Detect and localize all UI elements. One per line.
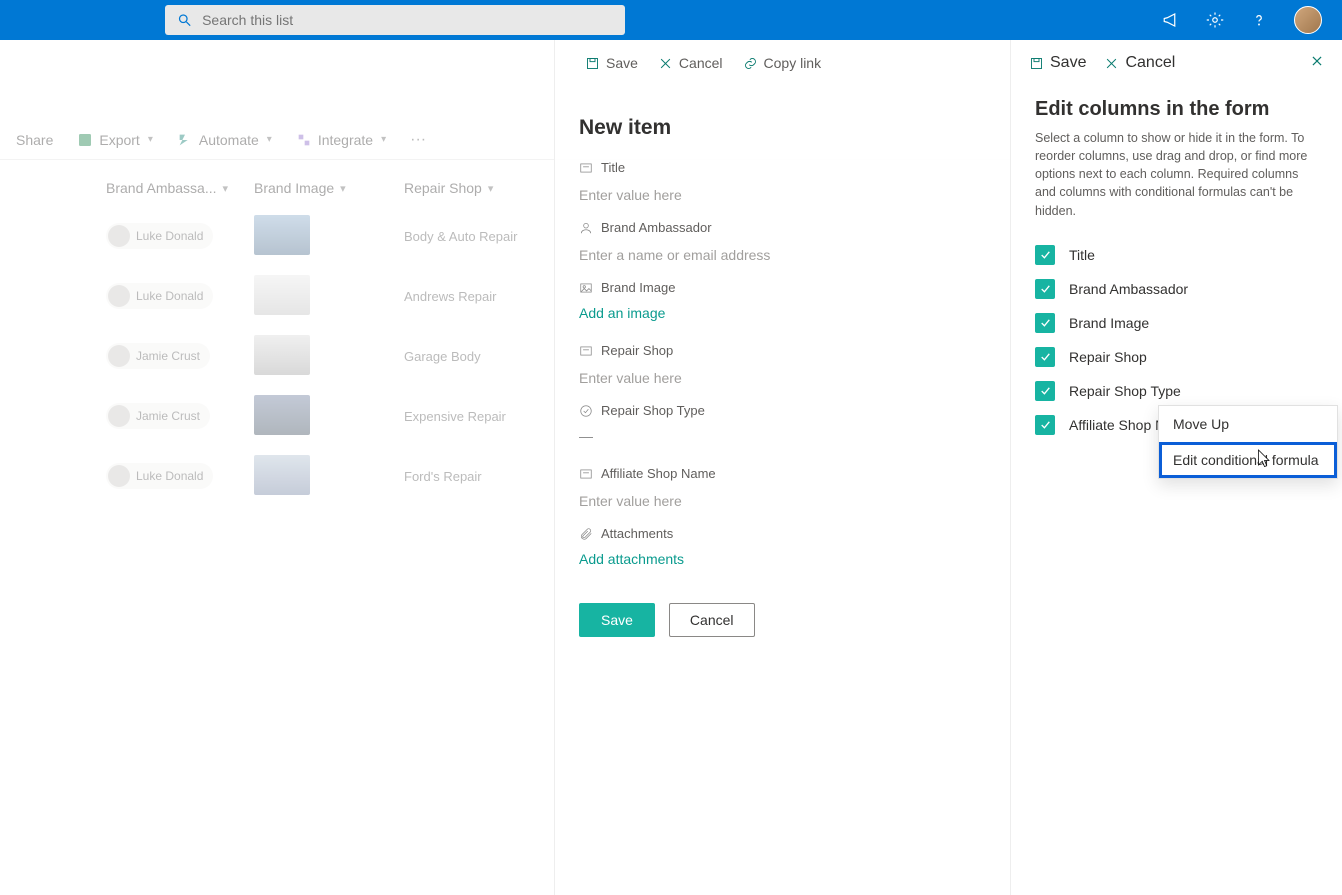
form-actions: Save Cancel [555, 589, 1010, 651]
title-input[interactable] [579, 181, 986, 210]
copy-link-command[interactable]: Copy link [743, 55, 822, 71]
checkbox-checked[interactable] [1035, 279, 1055, 299]
field-title: Title [555, 160, 1010, 210]
text-icon [579, 161, 593, 175]
add-image-link[interactable]: Add an image [579, 301, 665, 333]
affiliate-input[interactable] [579, 487, 986, 516]
text-icon [579, 467, 593, 481]
close-icon [1104, 56, 1119, 71]
close-icon [1310, 54, 1324, 68]
edit-columns-description: Select a column to show or hide it in th… [1011, 129, 1342, 238]
field-attachments: Attachments Add attachments [555, 526, 1010, 579]
suite-header [0, 0, 1342, 40]
share-button[interactable]: Share [6, 126, 63, 154]
integrate-button[interactable]: Integrate▾ [286, 126, 396, 154]
link-icon [743, 56, 758, 71]
save-icon [1029, 56, 1044, 71]
cancel-command[interactable]: Cancel [658, 55, 723, 71]
checkbox-checked[interactable] [1035, 347, 1055, 367]
field-repair: Repair Shop [555, 343, 1010, 393]
header-actions [1162, 6, 1322, 34]
edit-columns-title: Edit columns in the form [1011, 86, 1342, 129]
edit-columns-commands: Save Cancel [1011, 40, 1342, 86]
search-box[interactable] [165, 5, 625, 35]
panel-command-bar: Save Cancel Copy link [555, 40, 1010, 86]
person-icon [579, 221, 593, 235]
chevron-down-icon: ▾ [488, 182, 494, 195]
column-item-title[interactable]: Title [1035, 238, 1318, 272]
automate-button[interactable]: Automate▾ [167, 126, 282, 154]
save-command[interactable]: Save [585, 55, 638, 71]
excel-icon [77, 132, 93, 148]
thumbnail [254, 335, 310, 375]
save-icon [585, 56, 600, 71]
add-attachments-link[interactable]: Add attachments [579, 547, 684, 579]
column-item-ambassador[interactable]: Brand Ambassador [1035, 272, 1318, 306]
flow-icon [177, 132, 193, 148]
choice-icon [579, 404, 593, 418]
column-item-type[interactable]: Repair Shop Type [1035, 374, 1318, 408]
chevron-down-icon: ▾ [381, 134, 386, 145]
close-icon [658, 56, 673, 71]
cancel-button[interactable]: Cancel [669, 603, 755, 637]
cursor-icon [1254, 448, 1272, 475]
attachment-icon [579, 527, 593, 541]
thumbnail [254, 275, 310, 315]
close-button[interactable] [1310, 54, 1324, 73]
persona: Luke Donald [106, 463, 213, 489]
search-icon [177, 12, 192, 28]
repair-input[interactable] [579, 364, 986, 393]
checkbox-checked[interactable] [1035, 245, 1055, 265]
chevron-down-icon: ▾ [148, 134, 153, 145]
checkbox-checked[interactable] [1035, 313, 1055, 333]
field-affiliate: Affiliate Shop Name [555, 466, 1010, 516]
field-image: Brand Image Add an image [555, 280, 1010, 333]
chevron-down-icon: ▾ [267, 134, 272, 145]
help-icon[interactable] [1250, 11, 1268, 29]
avatar[interactable] [1294, 6, 1322, 34]
persona: Jamie Crust [106, 403, 210, 429]
checkbox-checked[interactable] [1035, 415, 1055, 435]
text-icon [579, 344, 593, 358]
chevron-down-icon: ▾ [223, 182, 229, 195]
menu-move-up[interactable]: Move Up [1159, 406, 1337, 442]
export-button[interactable]: Export▾ [67, 126, 163, 154]
new-item-panel: Save Cancel Copy link New item Title Bra… [554, 40, 1010, 895]
column-header-image[interactable]: Brand Image▾ [254, 180, 404, 196]
context-menu: Move Up Edit conditional formula [1158, 405, 1338, 479]
chevron-down-icon: ▾ [340, 182, 346, 195]
persona: Jamie Crust [106, 343, 210, 369]
ambassador-input[interactable] [579, 241, 986, 270]
type-value[interactable]: — [579, 424, 986, 456]
column-item-image[interactable]: Brand Image [1035, 306, 1318, 340]
image-icon [579, 281, 593, 295]
search-input[interactable] [202, 12, 613, 28]
menu-edit-conditional-formula[interactable]: Edit conditional formula [1159, 442, 1337, 478]
column-header-ambassador[interactable]: Brand Ambassa...▾ [106, 180, 254, 196]
save-command[interactable]: Save [1029, 54, 1086, 72]
column-item-repair[interactable]: Repair Shop [1035, 340, 1318, 374]
more-commands[interactable]: ··· [400, 125, 436, 155]
save-button[interactable]: Save [579, 603, 655, 637]
checkbox-checked[interactable] [1035, 381, 1055, 401]
cancel-command[interactable]: Cancel [1104, 54, 1175, 72]
thumbnail [254, 395, 310, 435]
panel-title: New item [579, 116, 1010, 140]
thumbnail [254, 455, 310, 495]
column-header-shop[interactable]: Repair Shop▾ [404, 180, 554, 196]
persona: Luke Donald [106, 283, 213, 309]
gear-icon[interactable] [1206, 11, 1224, 29]
field-type: Repair Shop Type — [555, 403, 1010, 456]
megaphone-icon[interactable] [1162, 11, 1180, 29]
integrate-icon [296, 132, 312, 148]
persona: Luke Donald [106, 223, 213, 249]
field-ambassador: Brand Ambassador [555, 220, 1010, 270]
thumbnail [254, 215, 310, 255]
